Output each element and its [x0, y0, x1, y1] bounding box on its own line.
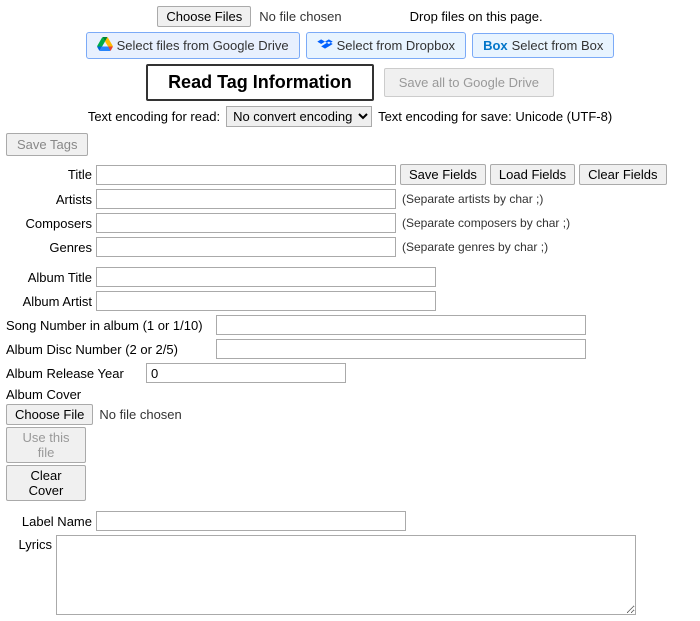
file-chooser-row: Choose Files No file chosen Drop files o… [6, 6, 694, 27]
album-title-row: Album Title [6, 267, 694, 287]
title-input[interactable] [96, 165, 396, 185]
load-fields-button[interactable]: Load Fields [490, 164, 575, 185]
title-row: Title Save Fields Load Fields Clear Fiel… [6, 164, 694, 185]
save-fields-button[interactable]: Save Fields [400, 164, 486, 185]
label-name-input[interactable] [96, 511, 406, 531]
drop-text-label: Drop files on this page. [410, 9, 543, 24]
clear-cover-button[interactable]: Clear Cover [6, 465, 86, 501]
artists-label: Artists [6, 192, 96, 207]
genres-input[interactable] [96, 237, 396, 257]
album-artist-label: Album Artist [6, 294, 96, 309]
label-name-label: Label Name [6, 514, 96, 529]
box-icon: Box [483, 38, 508, 53]
title-buttons: Save Fields Load Fields Clear Fields [400, 164, 667, 185]
box-label: Select from Box [512, 38, 604, 53]
lyrics-textarea[interactable] [56, 535, 636, 615]
choose-files-button[interactable]: Choose Files [157, 6, 251, 27]
artists-input[interactable] [96, 189, 396, 209]
no-cover-chosen-label: No file chosen [99, 407, 181, 422]
album-disc-input[interactable] [216, 339, 586, 359]
encoding-select[interactable]: No convert encoding [226, 106, 372, 127]
cover-file-row: Choose File No file chosen [6, 404, 694, 425]
google-drive-icon [97, 37, 113, 54]
google-drive-label: Select files from Google Drive [117, 38, 289, 53]
composers-row: Composers (Separate composers by char ;) [6, 213, 694, 233]
album-release-year-label: Album Release Year [6, 366, 146, 381]
album-artist-row: Album Artist [6, 291, 694, 311]
no-file-chosen-label: No file chosen [259, 9, 341, 24]
box-button[interactable]: Box Select from Box [472, 33, 614, 58]
lyrics-label: Lyrics [6, 535, 56, 552]
album-cover-label: Album Cover [6, 387, 694, 402]
album-disc-label: Album Disc Number (2 or 2/5) [6, 342, 216, 357]
album-artist-input[interactable] [96, 291, 436, 311]
genres-label: Genres [6, 240, 96, 255]
album-disc-row: Album Disc Number (2 or 2/5) [6, 339, 694, 359]
title-label: Title [6, 167, 96, 182]
song-number-row: Song Number in album (1 or 1/10) [6, 315, 694, 335]
read-encoding-label: Text encoding for read: [88, 109, 220, 124]
album-cover-section: Album Cover Choose File No file chosen U… [6, 387, 694, 501]
dropbox-button[interactable]: Select from Dropbox [306, 32, 467, 59]
album-title-input[interactable] [96, 267, 436, 287]
encoding-row: Text encoding for read: No convert encod… [6, 106, 694, 127]
label-name-row: Label Name [6, 511, 694, 531]
album-title-label: Album Title [6, 270, 96, 285]
save-encoding-label: Text encoding for save: Unicode (UTF-8) [378, 109, 612, 124]
lyrics-section: Lyrics [6, 535, 694, 615]
dropbox-icon [317, 37, 333, 54]
use-this-file-button[interactable]: Use this file [6, 427, 86, 463]
album-release-year-row: Album Release Year [6, 363, 694, 383]
artists-row: Artists (Separate artists by char ;) [6, 189, 694, 209]
genres-row: Genres (Separate genres by char ;) [6, 237, 694, 257]
dropbox-label: Select from Dropbox [337, 38, 456, 53]
composers-input[interactable] [96, 213, 396, 233]
service-buttons-row: Select files from Google Drive Select fr… [6, 32, 694, 59]
google-drive-button[interactable]: Select files from Google Drive [86, 32, 300, 59]
song-number-input[interactable] [216, 315, 586, 335]
save-tags-row: Save Tags [6, 133, 694, 156]
composers-hint: (Separate composers by char ;) [402, 216, 570, 230]
save-tags-button[interactable]: Save Tags [6, 133, 88, 156]
choose-cover-button[interactable]: Choose File [6, 404, 93, 425]
read-tag-row: Read Tag Information Save all to Google … [6, 64, 694, 101]
song-number-label: Song Number in album (1 or 1/10) [6, 318, 216, 333]
artists-hint: (Separate artists by char ;) [402, 192, 543, 206]
genres-hint: (Separate genres by char ;) [402, 240, 548, 254]
clear-fields-button[interactable]: Clear Fields [579, 164, 666, 185]
read-tag-button[interactable]: Read Tag Information [146, 64, 374, 101]
composers-label: Composers [6, 216, 96, 231]
album-release-year-input[interactable] [146, 363, 346, 383]
save-all-google-drive-button: Save all to Google Drive [384, 68, 554, 97]
